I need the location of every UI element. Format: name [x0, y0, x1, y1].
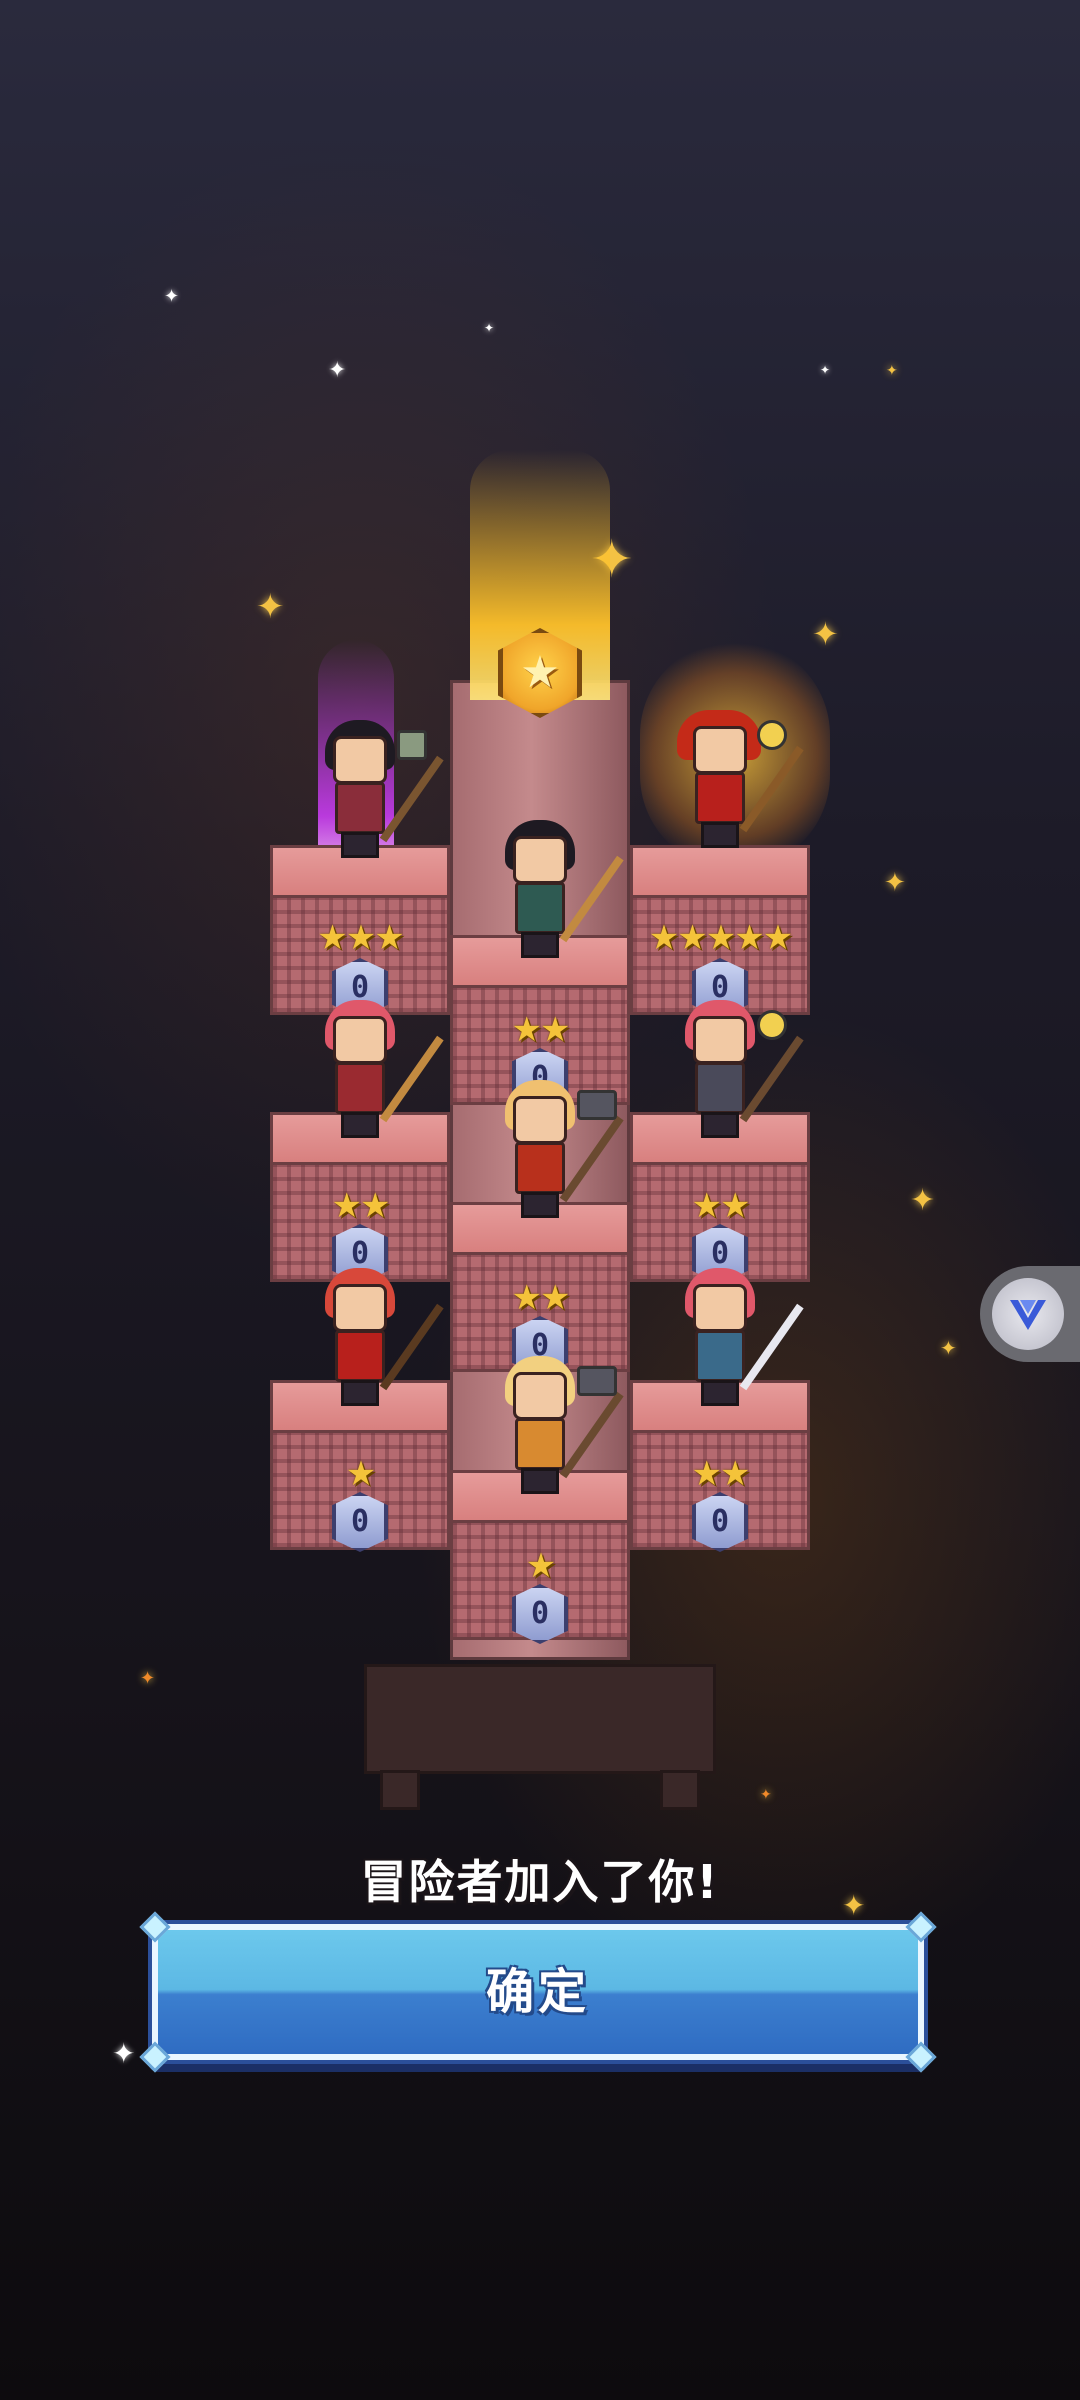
- hero-stars: ★: [525, 1546, 556, 1586]
- hero-stars: ★★: [511, 1010, 571, 1050]
- hero-pink-hair-mace[interactable]: [665, 1000, 804, 1140]
- hero-red-hair-staff-mage[interactable]: [665, 710, 804, 850]
- hero-stars: ★★★★★: [648, 918, 793, 958]
- hero-blonde-hammer[interactable]: [485, 1080, 624, 1220]
- hero-stars: ★★★: [317, 918, 404, 958]
- hero-stars: ★★: [511, 1278, 571, 1318]
- tower-base-post: [380, 1770, 420, 1810]
- hero-axe-warrior[interactable]: [305, 720, 444, 860]
- hero-blonde-girl-hammer[interactable]: [485, 1356, 624, 1496]
- hero-pink-hair-sword[interactable]: [665, 1268, 804, 1408]
- game-screen: ✦ ✦ ✦ ✦ ✦ ✦ ✦ ✦ ✦ ✦ ✦ ✦ ✦ ✦ ✦ ★ ★★★ 0 ★★…: [0, 0, 1080, 2400]
- hero-stars: ★★: [691, 1454, 751, 1494]
- confirm-button-label: 确定: [485, 1964, 590, 2020]
- hero-stars: ★★: [331, 1186, 391, 1226]
- hero-joined-message: 冒险者加入了你!: [360, 1855, 720, 1909]
- v-logo-icon: [992, 1278, 1064, 1350]
- hero-stars: ★★: [691, 1186, 751, 1226]
- confirm-button[interactable]: 确定: [139, 1911, 937, 2073]
- floating-assistant-button[interactable]: [980, 1266, 1080, 1362]
- tower-base-post: [660, 1770, 700, 1810]
- tower-base: [364, 1664, 716, 1774]
- hero-archer-dark-hair[interactable]: [485, 820, 624, 960]
- hero-red-ponytail-staff[interactable]: [305, 1268, 444, 1408]
- hero-pink-hair-archer[interactable]: [305, 1000, 444, 1140]
- hero-stars: ★: [345, 1454, 376, 1494]
